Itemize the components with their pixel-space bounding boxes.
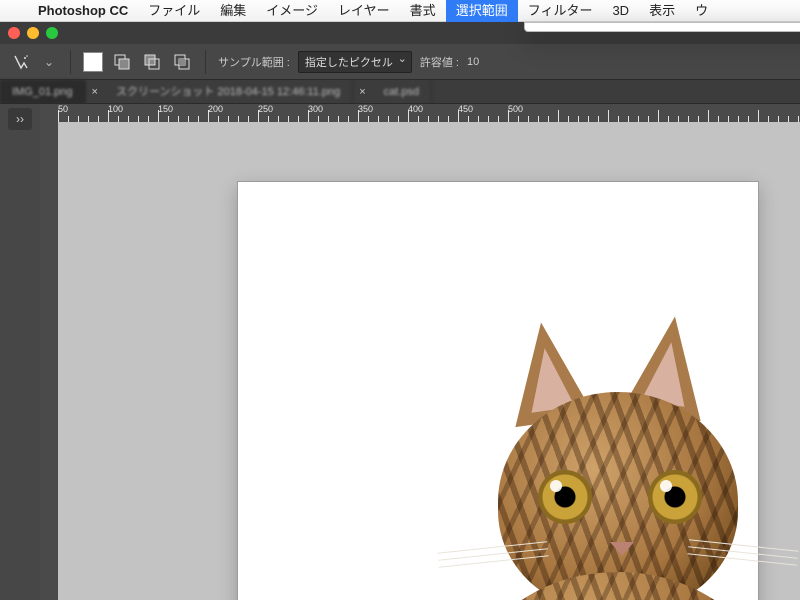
- cat-image: [458, 322, 758, 600]
- artboard[interactable]: [238, 182, 758, 600]
- tolerance-value: 10: [467, 56, 479, 68]
- ruler-tick-label: 100: [108, 104, 158, 114]
- ruler-tick-label: 200: [208, 104, 258, 114]
- menu-表示[interactable]: 表示: [639, 0, 685, 22]
- tab-label: cat.psd: [384, 86, 419, 98]
- mode-union-icon[interactable]: [111, 51, 133, 73]
- menu-イメージ[interactable]: イメージ: [256, 0, 328, 22]
- tolerance-label: 許容値 :: [420, 54, 459, 70]
- tab-label: IMG_01.png: [12, 86, 73, 98]
- menu-レイヤー[interactable]: レイヤー: [328, 0, 400, 22]
- separator: [205, 50, 206, 74]
- sample-range-label: サンプル範囲 :: [218, 54, 290, 70]
- close-tab-icon[interactable]: ×: [353, 86, 371, 98]
- ruler-tick-label: 400: [408, 104, 458, 114]
- document-tabs: IMG_01.png × スクリーンショット 2018-04-15 12:46:…: [0, 80, 800, 104]
- document-tab[interactable]: スクリーンショット 2018-04-15 12:46:11.png: [104, 80, 353, 104]
- ruler-vertical: [40, 104, 58, 600]
- document-tab[interactable]: cat.psd: [372, 80, 432, 104]
- menu-フィルター[interactable]: フィルター: [518, 0, 603, 22]
- ruler-tick-label: 300: [308, 104, 358, 114]
- menu-ウ[interactable]: ウ: [685, 0, 718, 22]
- ruler-tick-label: 250: [258, 104, 308, 114]
- selection-menu-dropdown: [524, 22, 800, 32]
- mode-intersect-icon[interactable]: [171, 51, 193, 73]
- ruler-tick-label: 450: [458, 104, 508, 114]
- ruler-tick-label: 350: [358, 104, 408, 114]
- ruler-tick-label: 50: [58, 104, 108, 114]
- close-window-icon[interactable]: [8, 27, 20, 39]
- color-swatch[interactable]: [83, 52, 103, 72]
- options-bar: ⌄ サンプル範囲 : 指定したピクセル 許容値 : 10: [0, 44, 800, 80]
- tools-panel: ››: [0, 104, 40, 600]
- zoom-window-icon[interactable]: [46, 27, 58, 39]
- menu-編集[interactable]: 編集: [210, 0, 256, 22]
- mode-subtract-icon[interactable]: [141, 51, 163, 73]
- minimize-window-icon[interactable]: [27, 27, 39, 39]
- tool-preset-icon[interactable]: [10, 51, 32, 73]
- ruler-tick-label: 500: [508, 104, 558, 114]
- separator: [70, 50, 71, 74]
- ruler-horizontal: 50100150200250300350400450500: [58, 104, 800, 122]
- sample-range-select[interactable]: 指定したピクセル: [298, 51, 412, 73]
- menu-書式[interactable]: 書式: [400, 0, 446, 22]
- menu-選択範囲[interactable]: 選択範囲: [446, 0, 518, 22]
- tab-label: スクリーンショット 2018-04-15 12:46:11.png: [116, 86, 340, 98]
- ruler-tick-label: 150: [158, 104, 208, 114]
- preset-dropdown-icon[interactable]: ⌄: [40, 55, 58, 69]
- app-name[interactable]: Photoshop CC: [28, 3, 138, 18]
- menu-ファイル[interactable]: ファイル: [138, 0, 210, 22]
- close-tab-icon[interactable]: ×: [86, 86, 104, 98]
- mac-menubar: Photoshop CC ファイル編集イメージレイヤー書式選択範囲フィルター3D…: [0, 0, 800, 22]
- collapse-panel-icon[interactable]: ››: [8, 108, 32, 130]
- canvas-area[interactable]: [58, 122, 800, 600]
- menu-3D[interactable]: 3D: [602, 0, 639, 22]
- document-tab[interactable]: IMG_01.png: [0, 80, 86, 104]
